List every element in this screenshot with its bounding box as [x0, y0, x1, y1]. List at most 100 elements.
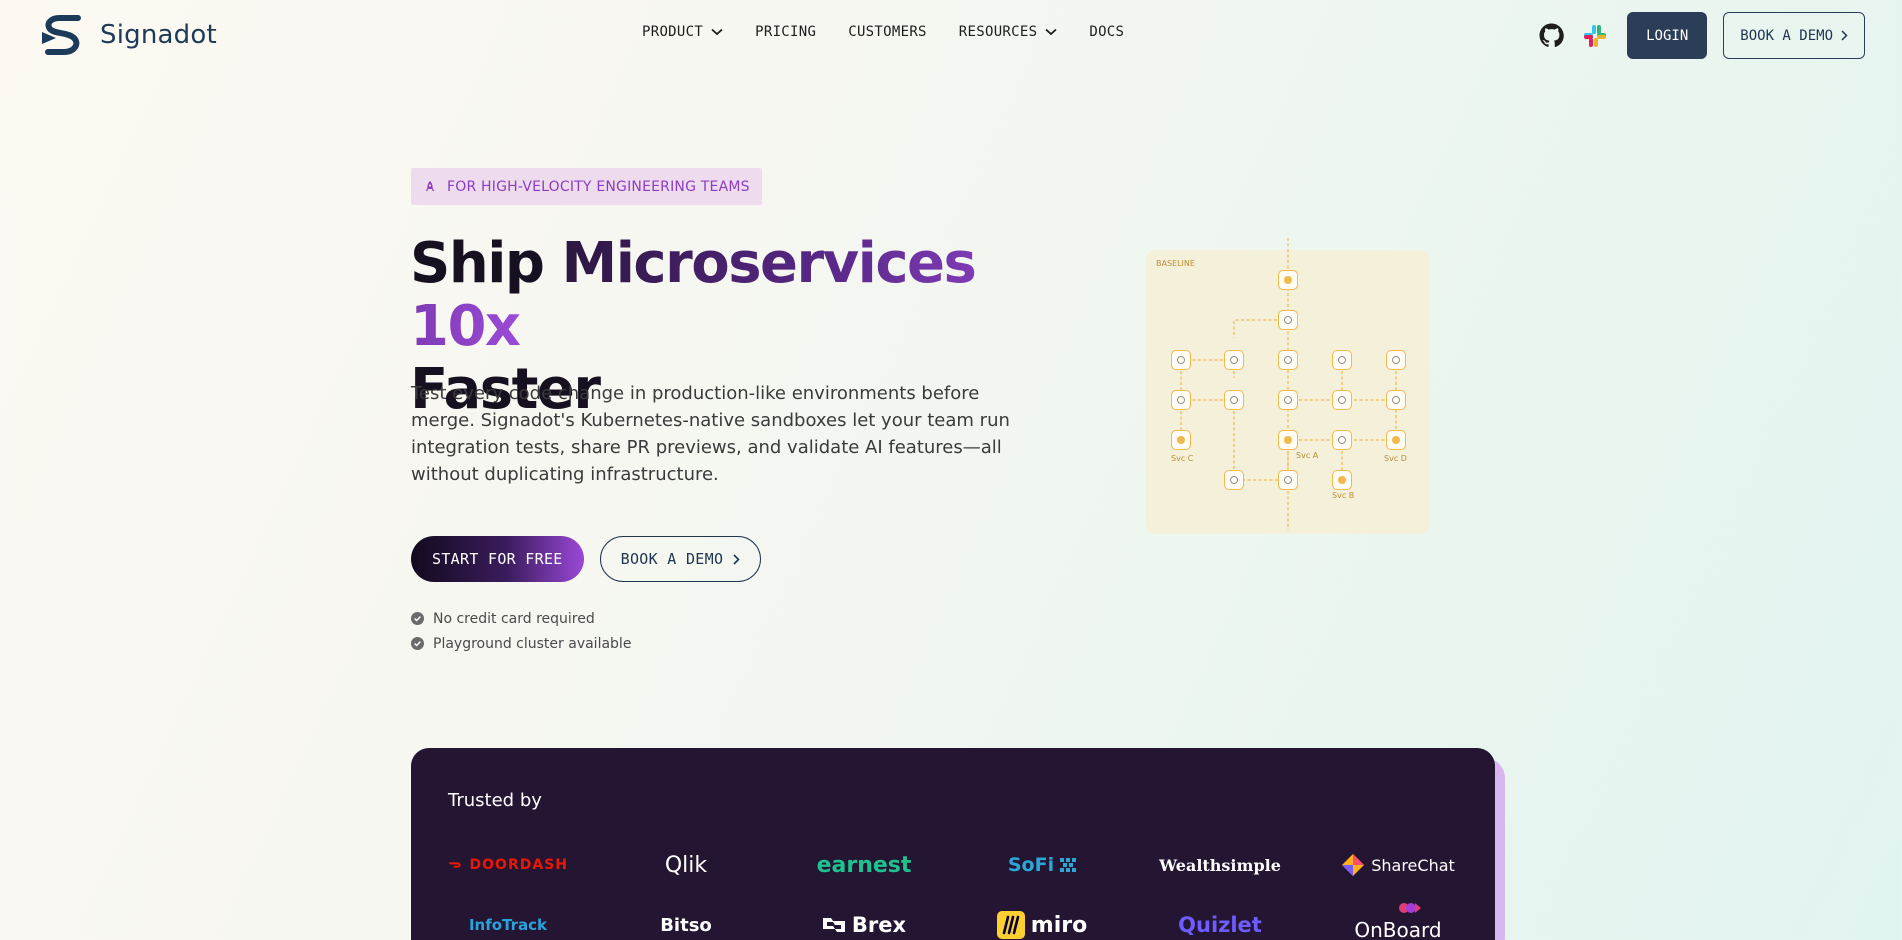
infotrack-logo: InfoTrack [448, 916, 568, 934]
miro-icon [996, 911, 1025, 939]
node-icon [1392, 356, 1400, 364]
sofi-icon [1060, 858, 1077, 872]
service-node [1171, 430, 1191, 450]
logo-row: InfoTrack Bitso Brex miro Quizlet OnBoar… [448, 900, 1458, 940]
site-header: Signadot PRODUCT PRICING CUSTOMERS RESOU… [0, 0, 1902, 72]
brand-name: Signadot [100, 20, 217, 50]
check-item: Playground cluster available [411, 631, 631, 656]
node-icon [1177, 396, 1185, 404]
nav-resources[interactable]: RESOURCES [959, 24, 1058, 40]
audience-badge: FOR HIGH-VELOCITY ENGINEERING TEAMS [411, 168, 762, 205]
node-icon [1284, 476, 1292, 484]
header-actions: LOGIN BOOK A DEMO [1537, 12, 1865, 59]
service-node [1386, 430, 1406, 450]
nav-docs-label: DOCS [1089, 24, 1125, 40]
service-node [1278, 270, 1298, 290]
node-icon [1392, 396, 1400, 404]
github-link[interactable] [1537, 22, 1565, 50]
logo-row: DOORDASH Qlik earnest SoFi Wealthsimple … [448, 840, 1458, 890]
node-icon [1338, 356, 1346, 364]
onboard-logo: OnBoard [1338, 903, 1458, 940]
trusted-by-panel: Trusted by DOORDASH Qlik earnest SoFi We… [411, 748, 1495, 940]
sofi-text: SoFi [1007, 854, 1055, 876]
hero-cta-row: START FOR FREE BOOK A DEMO [411, 536, 762, 582]
service-node [1278, 430, 1298, 450]
infotrack-text: InfoTrack [468, 916, 548, 934]
node-icon [1177, 436, 1185, 444]
github-icon [1539, 23, 1564, 47]
nav-customers[interactable]: CUSTOMERS [848, 24, 927, 40]
hero-checklist: No credit card required Playground clust… [411, 606, 631, 656]
node-icon [1284, 396, 1292, 404]
check-circle-icon [411, 612, 424, 625]
sofi-logo: SoFi [982, 854, 1102, 876]
quizlet-logo: Quizlet [1160, 913, 1280, 937]
node-icon [1177, 356, 1185, 364]
wealthsimple-text: Wealthsimple [1159, 855, 1281, 875]
start-free-button[interactable]: START FOR FREE [411, 536, 584, 582]
chevron-down-icon [1045, 28, 1057, 36]
service-node [1332, 390, 1352, 410]
service-node [1224, 350, 1244, 370]
chevron-right-icon [1841, 30, 1848, 41]
customer-logos: DOORDASH Qlik earnest SoFi Wealthsimple … [448, 840, 1458, 940]
svc-b-label: Svc B [1332, 491, 1355, 500]
book-demo-button-hero[interactable]: BOOK A DEMO [599, 536, 762, 582]
node-icon [1230, 356, 1238, 364]
sharechat-icon [1342, 854, 1365, 876]
node-icon [1338, 476, 1346, 484]
service-node [1278, 350, 1298, 370]
service-node [1278, 390, 1298, 410]
wealthsimple-logo: Wealthsimple [1159, 855, 1281, 875]
check-circle-icon [411, 637, 424, 650]
node-icon [1338, 436, 1346, 444]
slack-link[interactable] [1581, 22, 1609, 50]
check-text: No credit card required [433, 610, 595, 627]
trusted-by-label: Trusted by [448, 790, 542, 811]
chevron-right-icon [733, 553, 740, 565]
service-node [1386, 350, 1406, 370]
nav-pricing[interactable]: PRICING [755, 24, 816, 40]
hero-title-ship: Ship [410, 231, 562, 296]
rocket-icon [425, 180, 435, 191]
check-text: Playground cluster available [433, 635, 632, 652]
brand-logo[interactable]: Signadot [38, 12, 217, 58]
doordash-logo: DOORDASH [448, 857, 568, 873]
nav-product[interactable]: PRODUCT [642, 24, 723, 40]
miro-logo: miro [982, 911, 1102, 939]
badge-text: FOR HIGH-VELOCITY ENGINEERING TEAMS [447, 178, 750, 195]
service-node [1332, 470, 1352, 490]
service-topology-diagram: BASELINE Svc C Svc A Svc D Svc B [1146, 238, 1430, 534]
service-node [1224, 390, 1244, 410]
login-button[interactable]: LOGIN [1627, 12, 1708, 59]
service-node [1171, 350, 1191, 370]
chevron-down-icon [711, 28, 723, 36]
onboard-icon [1399, 903, 1421, 913]
book-demo-label: BOOK A DEMO [1740, 27, 1833, 44]
svc-c-label: Svc C [1171, 454, 1194, 463]
miro-text: miro [1030, 912, 1088, 938]
check-item: No credit card required [411, 606, 631, 631]
node-icon [1284, 356, 1292, 364]
nav-resources-label: RESOURCES [958, 24, 1038, 40]
doordash-icon [448, 862, 461, 868]
book-demo-button-header[interactable]: BOOK A DEMO [1723, 12, 1865, 59]
qlik-logo: Qlik [626, 853, 746, 878]
service-node [1278, 470, 1298, 490]
service-node [1278, 310, 1298, 330]
nav-docs[interactable]: DOCS [1089, 24, 1124, 40]
node-icon [1392, 436, 1400, 444]
svc-d-label: Svc D [1384, 454, 1407, 463]
service-node [1171, 390, 1191, 410]
node-icon [1284, 436, 1292, 444]
earnest-logo: earnest [804, 853, 924, 878]
bitso-logo: Bitso [626, 915, 746, 936]
bitso-text: Bitso [660, 914, 712, 936]
nav-pricing-label: PRICING [755, 24, 817, 40]
node-icon [1284, 276, 1292, 284]
service-node [1386, 390, 1406, 410]
sharechat-logo: ShareChat [1338, 853, 1458, 877]
node-icon [1338, 396, 1346, 404]
service-node [1224, 470, 1244, 490]
quizlet-text: Quizlet [1178, 913, 1262, 937]
